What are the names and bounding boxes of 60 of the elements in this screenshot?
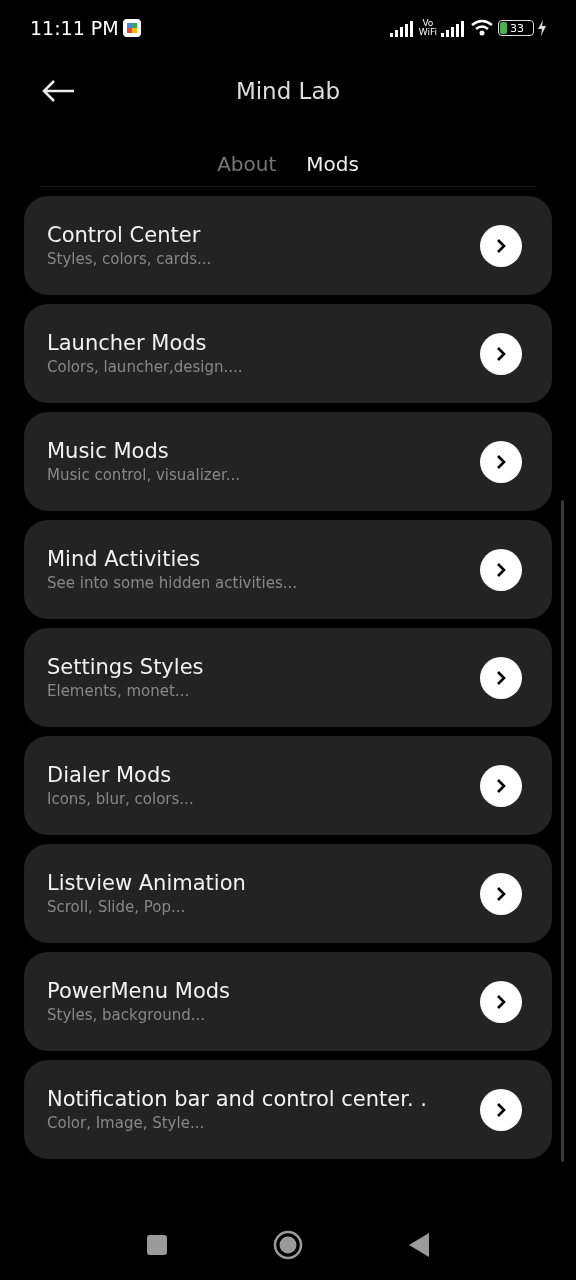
open-button[interactable] [480,440,522,483]
page-title: Mind Lab [235,78,341,104]
card-subtitle: Music control, visualizer... [47,466,242,484]
tab[interactable]: Mods [306,146,359,182]
mod-card[interactable]: Listview Animation Scroll, Slide, Pop... [24,844,552,943]
mod-card[interactable]: Settings Styles Elements, monet... [24,628,552,727]
card-title: Music Mods [47,439,170,463]
card-subtitle: Scroll, Slide, Pop... [47,898,187,916]
back-triangle-icon[interactable] [408,1232,430,1258]
chevron-right-icon [494,1101,508,1118]
open-button[interactable] [480,332,522,375]
battery-indicator: 33 [498,20,534,36]
vowifi-indicator: Vo WiFi [418,19,437,37]
mod-card[interactable]: Launcher Mods Colors, launcher,design.... [24,304,552,403]
card-subtitle: Styles, colors, cards... [47,250,213,268]
open-button[interactable] [480,764,522,807]
card-subtitle: Colors, launcher,design.... [47,358,244,376]
open-button[interactable] [480,224,522,267]
chevron-right-icon [494,345,508,362]
signal-icon [441,19,466,37]
chevron-right-icon [494,561,508,578]
card-title: Launcher Mods [47,331,208,355]
puzzle-app-icon [122,19,141,37]
open-button[interactable] [480,980,522,1023]
card-subtitle: Elements, monet... [47,682,191,700]
chevron-right-icon [494,885,508,902]
mod-card[interactable]: Music Mods Music control, visualizer... [24,412,552,511]
back-arrow-icon[interactable] [40,78,76,104]
signal-icon [389,19,415,37]
chevron-right-icon [494,669,508,686]
chevron-right-icon [494,237,508,254]
chevron-right-icon [494,993,508,1010]
wifi-icon [470,19,494,37]
home-circle-icon[interactable] [273,1230,303,1260]
tab[interactable]: About [217,146,277,182]
mod-card[interactable]: Control Center Styles, colors, cards... [24,196,552,295]
open-button[interactable] [480,656,522,699]
card-title: PowerMenu Mods [47,979,232,1003]
charging-icon [538,20,546,36]
mod-card[interactable]: Mind Activities See into some hidden activities... [24,520,552,619]
open-button[interactable] [480,1088,522,1131]
card-subtitle: Styles, background... [47,1006,207,1024]
card-title: Notification bar and control center. . [47,1087,428,1111]
open-button[interactable] [480,548,522,591]
card-subtitle: See into some hidden activities... [47,574,298,592]
recents-square-icon[interactable] [146,1234,168,1256]
open-button[interactable] [480,872,522,915]
chevron-right-icon [494,777,508,794]
card-subtitle: Icons, blur, colors... [47,790,195,808]
mod-card[interactable]: Notification bar and control center. . Color, Image, Style... [24,1060,552,1159]
card-title: Mind Activities [47,547,202,571]
card-title: Control Center [47,223,202,247]
status-time: 11:11 PM [30,17,119,39]
card-title: Listview Animation [47,871,247,895]
card-title: Settings Styles [47,655,205,679]
mod-card[interactable]: Dialer Mods Icons, blur, colors... [24,736,552,835]
card-subtitle: Color, Image, Style... [47,1114,206,1132]
mod-card[interactable]: PowerMenu Mods Styles, background... [24,952,552,1051]
card-title: Dialer Mods [47,763,173,787]
chevron-right-icon [494,453,508,470]
